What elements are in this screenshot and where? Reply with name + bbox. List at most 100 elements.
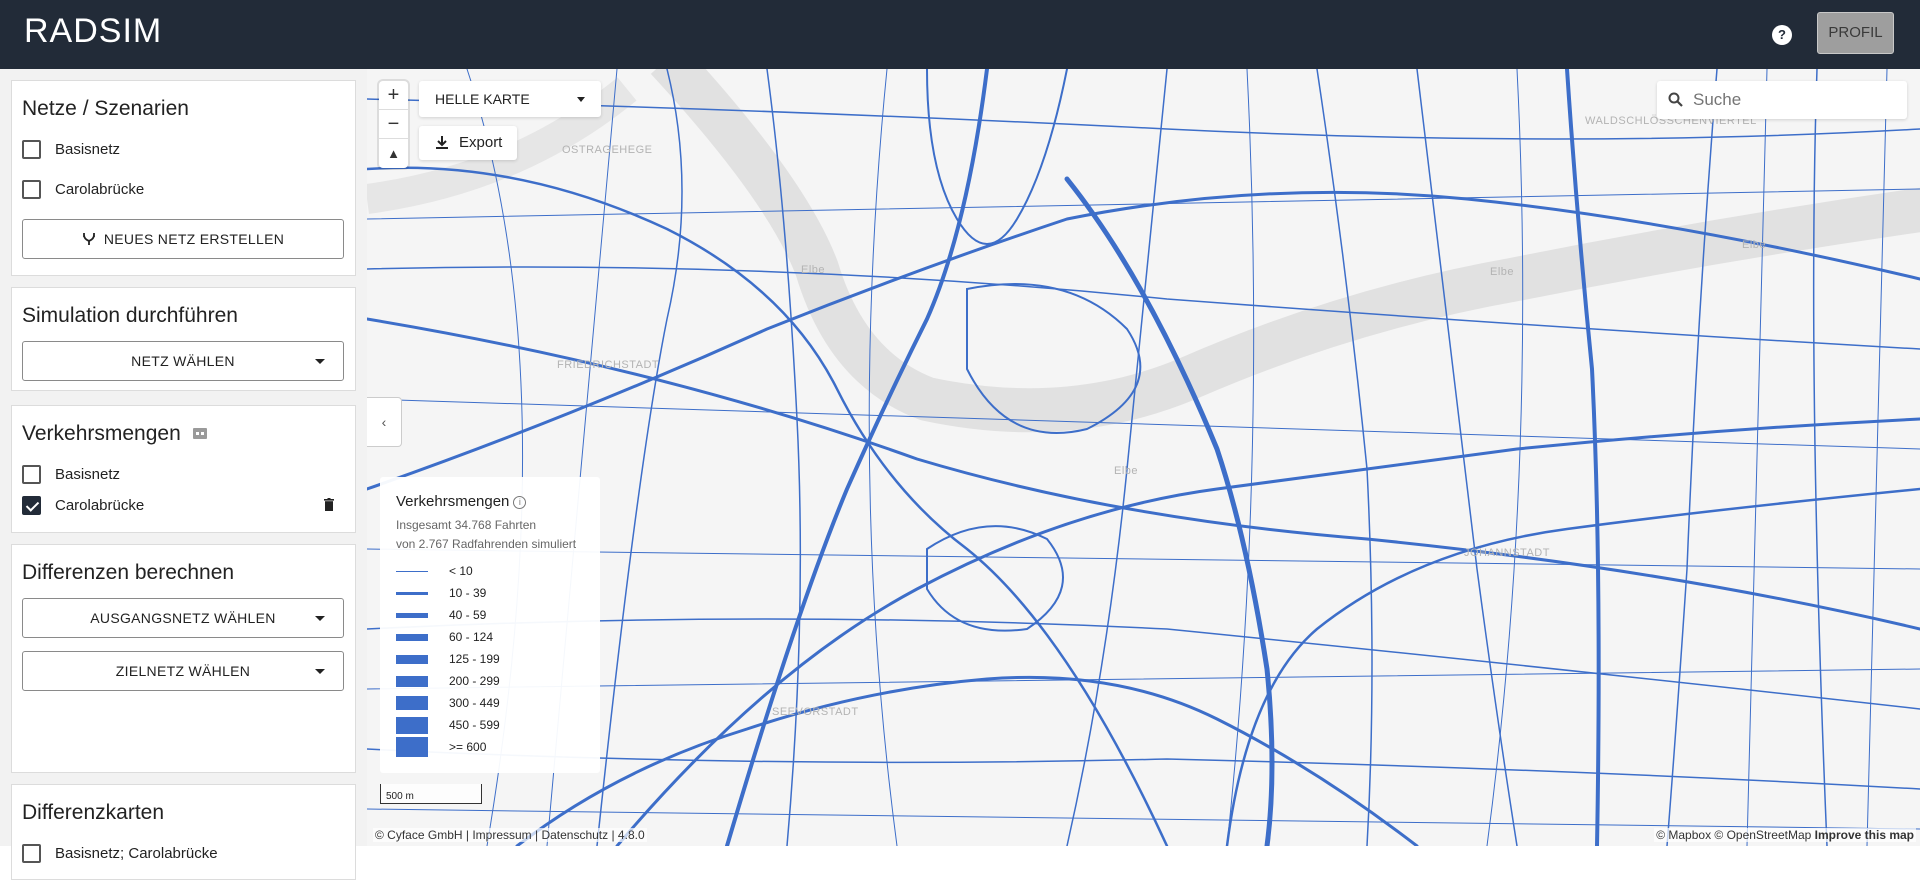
legend-item: < 10 [396, 560, 584, 582]
map-road [1066, 69, 1168, 846]
legend-item: 40 - 59 [396, 604, 584, 626]
legend-swatch [396, 633, 428, 641]
map-road [1225, 487, 1920, 846]
legend-label: < 10 [449, 564, 473, 578]
zoom-out-button[interactable]: − [379, 110, 408, 139]
zoom-control: + − ▲ [379, 81, 408, 168]
legend-item: 125 - 199 [396, 648, 584, 670]
help-icon[interactable]: ? [1772, 25, 1792, 45]
checkbox[interactable] [22, 464, 41, 484]
improve-map-link[interactable]: Improve this map [1815, 828, 1914, 842]
search-icon [1668, 92, 1683, 107]
legend-swatch [396, 737, 428, 757]
legend-label: 125 - 199 [449, 652, 500, 666]
attribution-left[interactable]: © Cyface GmbH | Impressum | Datenschutz … [373, 828, 647, 842]
map-road [1866, 69, 1888, 846]
panel-differenzkarten: Differenzkarten Basisnetz; Carolabrücke [11, 784, 356, 880]
legend-title: Verkehrsmengen i [396, 493, 584, 510]
search-box[interactable] [1657, 81, 1907, 119]
zoom-in-button[interactable]: + [379, 81, 408, 110]
source-net-select[interactable]: AUSGANGSNETZ WÄHLEN [22, 598, 344, 638]
panel-title-differenzen: Differenzen berechnen [22, 561, 235, 584]
legend-swatch [396, 675, 428, 687]
map-place-label: FRIEDRICHSTADT [557, 359, 660, 371]
map-road [1565, 69, 1601, 846]
fork-icon [82, 233, 95, 245]
legend-summary-line2: von 2.767 Radfahrenden simuliert [396, 537, 577, 551]
attribution-right[interactable]: © Mapbox © OpenStreetMap Improve this ma… [1654, 828, 1916, 842]
checkbox[interactable] [22, 843, 41, 863]
map-road [596, 69, 683, 846]
panel-title-verkehrsmengen: Verkehrsmengen [22, 422, 207, 446]
map-place-label: Elbe [801, 264, 826, 276]
map-road [615, 417, 1920, 846]
caret-down-icon [315, 359, 325, 364]
legend-swatch [396, 570, 428, 572]
legend-item: 300 - 449 [396, 692, 584, 714]
map-road [1666, 69, 1718, 846]
map-place-label: Elbe [1114, 465, 1139, 477]
panel-title-netze: Netze / Szenarien [22, 97, 189, 120]
scale-bar: 500 m [380, 784, 482, 804]
map-place-label: SEEVORSTADT [772, 706, 859, 718]
profile-button[interactable]: PROFIL [1817, 12, 1894, 54]
legend-item: 60 - 124 [396, 626, 584, 648]
cc-icon [192, 428, 207, 439]
checkbox-row-carolabruecke[interactable]: Carolabrücke [22, 178, 144, 200]
checkbox-checked[interactable] [22, 495, 41, 515]
source-net-label: AUSGANGSNETZ WÄHLEN [90, 610, 276, 626]
download-icon [436, 136, 448, 149]
legend-summary-line1: Insgesamt 34.768 Fahrten [396, 518, 537, 532]
info-icon[interactable]: i [513, 496, 527, 509]
attribution-copyright[interactable]: © Mapbox © OpenStreetMap [1656, 828, 1811, 842]
legend-label: 300 - 449 [449, 696, 500, 710]
search-input[interactable] [1693, 85, 1893, 115]
legend-swatch [396, 591, 428, 595]
legend-summary: Insgesamt 34.768 Fahrten von 2.767 Radfa… [396, 516, 584, 554]
new-net-label: NEUES NETZ ERSTELLEN [103, 231, 285, 247]
app-logo[interactable]: RADSIM [24, 12, 162, 51]
compass-button[interactable]: ▲ [379, 139, 408, 168]
sidebar: Netze / Szenarien Basisnetz Carolabrücke… [0, 69, 367, 880]
verkehrsmengen-title: Verkehrsmengen [22, 422, 181, 445]
map-place-label: Elbe [1490, 266, 1515, 278]
map-road [1416, 69, 1518, 846]
checkbox-label: Basisnetz [55, 465, 121, 483]
checkbox-row-verkehr-carolabruecke[interactable]: Carolabrücke [22, 494, 144, 516]
checkbox-row-verkehr-basisnetz[interactable]: Basisnetz [22, 463, 120, 485]
map-road [1746, 69, 1768, 846]
legend-swatch [396, 654, 428, 664]
legend-item: 10 - 39 [396, 582, 584, 604]
map-road [1486, 69, 1524, 846]
legend-item: 200 - 299 [396, 670, 584, 692]
checkbox-row-basisnetz[interactable]: Basisnetz [22, 138, 120, 160]
checkbox-label: Basisnetz; Carolabrücke [55, 844, 218, 862]
legend-label: 10 - 39 [449, 586, 487, 600]
map-place-label: JOHANNSTADT [1464, 547, 1550, 559]
legend-label: 200 - 299 [449, 674, 500, 688]
legend-items: < 10 10 - 39 40 - 59 60 - 124 125 - 199 200 -… [396, 560, 584, 758]
map-place-label: Elbe [1742, 239, 1767, 251]
net-select-label: NETZ WÄHLEN [131, 353, 235, 369]
legend-swatch [396, 716, 428, 734]
net-select[interactable]: NETZ WÄHLEN [22, 341, 344, 381]
map-place-label: OSTRAGEHEGE [562, 144, 653, 156]
panel-title-differenzkarten: Differenzkarten [22, 801, 165, 824]
checkbox[interactable] [22, 179, 41, 199]
export-button[interactable]: Export [419, 126, 517, 160]
basemap-select[interactable]: HELLE KARTE [419, 81, 601, 117]
traffic-legend: Verkehrsmengen i Insgesamt 34.768 Fahrten… [380, 477, 600, 773]
trash-icon[interactable] [324, 498, 334, 511]
legend-swatch [396, 696, 428, 710]
export-label: Export [459, 134, 503, 151]
checkbox-row-differenzkarte[interactable]: Basisnetz; Carolabrücke [22, 842, 218, 864]
new-net-button[interactable]: NEUES NETZ ERSTELLEN [22, 219, 344, 259]
checkbox[interactable] [22, 139, 41, 159]
target-net-label: ZIELNETZ WÄHLEN [115, 663, 251, 679]
legend-item: 450 - 599 [396, 714, 584, 736]
collapse-sidebar-button[interactable]: ‹ [367, 397, 402, 447]
legend-label: 40 - 59 [449, 608, 487, 622]
checkbox-label: Basisnetz [55, 140, 121, 158]
target-net-select[interactable]: ZIELNETZ WÄHLEN [22, 651, 344, 691]
map-canvas[interactable]: OSTRAGEHEGE FRIEDRICHSTADT SEEVORSTADT J… [367, 69, 1920, 846]
